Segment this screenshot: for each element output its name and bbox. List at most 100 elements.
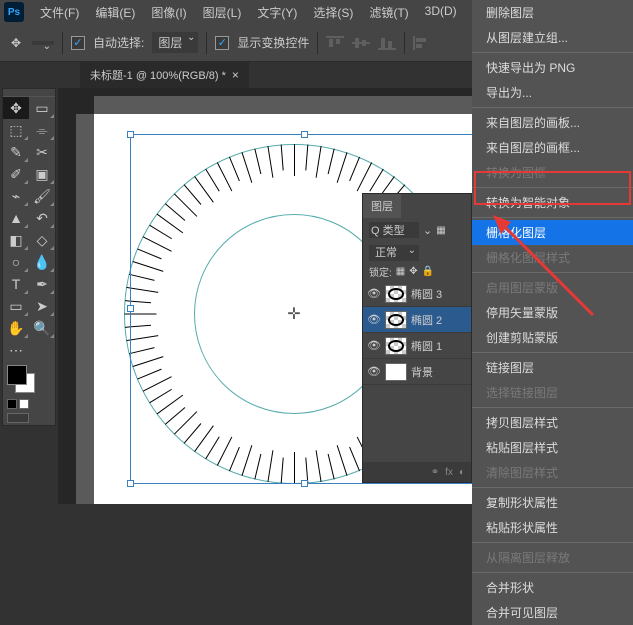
context-menu-item[interactable]: 合并形状 — [472, 575, 633, 600]
ruler-horizontal[interactable] — [94, 96, 494, 114]
filter-dropdown-icon[interactable]: ⌄ — [423, 224, 432, 237]
layer-row[interactable]: 👁 椭圆 1 — [363, 333, 471, 359]
color-swatches[interactable] — [3, 361, 55, 397]
context-menu-item[interactable]: 创建剪贴蒙版 — [472, 325, 633, 350]
menu-item[interactable]: 滤镜(T) — [361, 4, 416, 21]
screen-mode-icon[interactable] — [19, 399, 29, 409]
path-select-tool[interactable]: ➤ — [29, 295, 55, 317]
context-menu-item[interactable]: 栅格化图层 — [472, 220, 633, 245]
lock-position-icon[interactable]: ✥ — [409, 266, 417, 277]
align-bottom-icon[interactable] — [378, 36, 396, 50]
shape-tool[interactable]: ▭ — [3, 295, 29, 317]
menu-item[interactable]: 图层(L) — [195, 4, 250, 21]
transform-handle[interactable] — [301, 480, 308, 487]
hand-tool[interactable]: ✋ — [3, 317, 29, 339]
quick-mask-icon[interactable] — [7, 399, 17, 409]
context-menu-item[interactable]: 导出为... — [472, 80, 633, 105]
foreground-color[interactable] — [7, 365, 27, 385]
auto-select-mode-dropdown[interactable]: 图层 — [152, 32, 198, 53]
context-menu-item[interactable]: 粘贴图层样式 — [472, 435, 633, 460]
crop-tool[interactable]: ✂ — [29, 141, 55, 163]
artboard-tool[interactable]: ▭ — [29, 97, 55, 119]
transform-handle[interactable] — [301, 131, 308, 138]
type-tool[interactable]: T — [3, 273, 29, 295]
layers-panel-tab[interactable]: 图层 — [363, 194, 401, 218]
layer-thumbnail[interactable] — [385, 363, 407, 381]
lock-label: 锁定: — [369, 264, 392, 279]
toolbox: ✥ ▭ ⬚ ⌯ ✎ ✂ ✐ ▣ ⌁ 🖌 ▲ ↶ ◧ ◇ ○ 💧 T ✒ ▭ ➤ … — [2, 88, 56, 426]
menu-item[interactable]: 文件(F) — [32, 4, 87, 21]
stamp-tool[interactable]: ▲ — [3, 207, 29, 229]
menu-item[interactable]: 选择(S) — [305, 4, 361, 21]
visibility-toggle-icon[interactable]: 👁 — [367, 365, 381, 378]
edit-toolbar[interactable]: ⋯ — [3, 339, 29, 361]
context-menu-item[interactable]: 复制形状属性 — [472, 490, 633, 515]
layer-thumbnail[interactable] — [385, 285, 407, 303]
brush-healing-tool[interactable]: ⌁ — [3, 185, 29, 207]
blur-tool[interactable]: 💧 — [29, 251, 55, 273]
mask-icon[interactable]: ◐ — [459, 467, 465, 478]
frame-tool[interactable]: ▣ — [29, 163, 55, 185]
auto-select-checkbox[interactable] — [71, 36, 85, 50]
close-tab-icon[interactable]: × — [232, 68, 239, 82]
context-menu-item[interactable]: 来自图层的画框... — [472, 135, 633, 160]
menu-item[interactable]: 图像(I) — [143, 4, 194, 21]
visibility-toggle-icon[interactable]: 👁 — [367, 313, 381, 326]
transform-center-icon[interactable]: ✛ — [287, 304, 300, 324]
panel-grabber[interactable] — [3, 89, 55, 97]
align-left-icon[interactable] — [413, 36, 431, 50]
context-menu-item[interactable]: 来自图层的画板... — [472, 110, 633, 135]
document-tab[interactable]: 未标题-1 @ 100%(RGB/8) * × — [80, 62, 249, 88]
layer-row[interactable]: 👁 椭圆 2 — [363, 307, 471, 333]
filter-image-icon[interactable]: ▦ — [436, 225, 445, 236]
zoom-tool[interactable]: 🔍 — [29, 317, 55, 339]
dodge-tool[interactable]: ○ — [3, 251, 29, 273]
transform-handle[interactable] — [127, 480, 134, 487]
context-menu-item[interactable]: 删除图层 — [472, 0, 633, 25]
context-menu-item: 栅格化图层样式 — [472, 245, 633, 270]
menu-item[interactable]: 编辑(E) — [87, 4, 143, 21]
ruler-vertical[interactable] — [76, 114, 94, 504]
show-transform-label: 显示变换控件 — [237, 34, 309, 51]
layer-filter-input[interactable] — [369, 222, 419, 238]
context-menu-item[interactable]: 链接图层 — [472, 355, 633, 380]
align-top-icon[interactable] — [326, 36, 344, 50]
layer-thumbnail[interactable] — [385, 337, 407, 355]
quick-select-tool[interactable]: ✎ — [3, 141, 29, 163]
eyedropper-tool[interactable]: ✐ — [3, 163, 29, 185]
context-menu-item[interactable]: 快速导出为 PNG — [472, 55, 633, 80]
context-menu-item[interactable]: 合并可见图层 — [472, 600, 633, 625]
history-brush-tool[interactable]: ↶ — [29, 207, 55, 229]
menu-item[interactable]: 3D(D) — [417, 4, 465, 21]
eraser-tool[interactable]: ◇ — [29, 229, 55, 251]
move-tool[interactable]: ✥ — [3, 97, 29, 119]
lock-all-icon[interactable]: 🔒 — [422, 266, 434, 277]
lasso-tool[interactable]: ⌯ — [29, 119, 55, 141]
link-layers-icon[interactable]: ⚭ — [431, 467, 439, 478]
visibility-toggle-icon[interactable]: 👁 — [367, 339, 381, 352]
context-menu-item[interactable]: 转换为智能对象 — [472, 190, 633, 215]
context-menu-item[interactable]: 拷贝图层样式 — [472, 410, 633, 435]
transform-handle[interactable] — [127, 305, 134, 312]
align-vcenter-icon[interactable] — [352, 36, 370, 50]
visibility-toggle-icon[interactable]: 👁 — [367, 287, 381, 300]
fx-icon[interactable]: fx — [445, 467, 453, 478]
context-menu-item[interactable]: 粘贴形状属性 — [472, 515, 633, 540]
screen-mode-toggle[interactable] — [7, 413, 29, 423]
layer-thumbnail[interactable] — [385, 311, 407, 329]
brush-tool[interactable]: 🖌 — [29, 185, 55, 207]
lock-pixels-icon[interactable]: ▦ — [396, 266, 405, 277]
tool-preset-dropdown[interactable] — [32, 41, 54, 45]
auto-select-label: 自动选择: — [93, 34, 144, 51]
gradient-tool[interactable]: ◧ — [3, 229, 29, 251]
context-menu-item[interactable]: 从图层建立组... — [472, 25, 633, 50]
layer-row[interactable]: 👁 背景 — [363, 359, 471, 385]
show-transform-checkbox[interactable] — [215, 36, 229, 50]
transform-handle[interactable] — [127, 131, 134, 138]
marquee-tool[interactable]: ⬚ — [3, 119, 29, 141]
blend-mode-dropdown[interactable]: 正常 — [369, 245, 419, 261]
menu-item[interactable]: 文字(Y) — [249, 4, 305, 21]
context-menu-item[interactable]: 停用矢量蒙版 — [472, 300, 633, 325]
layer-row[interactable]: 👁 椭圆 3 — [363, 281, 471, 307]
pen-tool[interactable]: ✒ — [29, 273, 55, 295]
